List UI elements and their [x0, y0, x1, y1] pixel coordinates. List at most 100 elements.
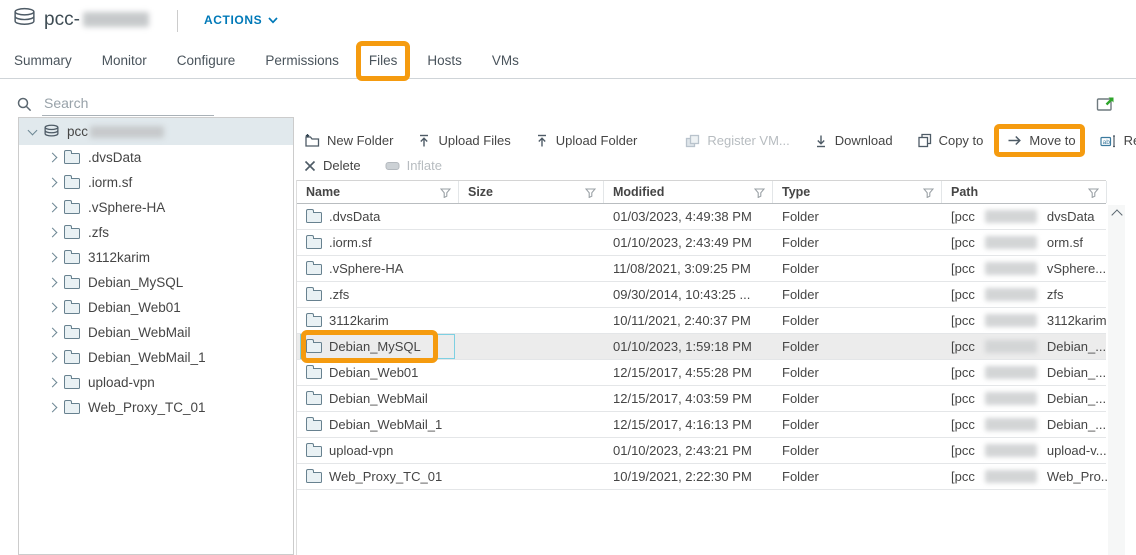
file-modified: 12/15/2017, 4:16:13 PM [604, 412, 773, 437]
folder-icon [64, 228, 80, 239]
tree-item-3112karim[interactable]: 3112karim [19, 245, 293, 270]
chevron-right-icon[interactable] [48, 203, 58, 213]
vertical-scrollbar[interactable] [1108, 205, 1125, 555]
filter-icon[interactable] [923, 188, 934, 198]
file-type: Folder [773, 282, 942, 307]
tree-item-debian-web01[interactable]: Debian_Web01 [19, 295, 293, 320]
tab-vms[interactable]: VMs [492, 53, 519, 69]
filter-icon[interactable] [754, 188, 765, 198]
folder-icon [64, 203, 80, 214]
tree-item-debian-webmail-1[interactable]: Debian_WebMail_1 [19, 345, 293, 370]
folder-icon [306, 472, 322, 483]
chevron-right-icon[interactable] [48, 253, 58, 263]
register-vm-button[interactable]: Register VM... [685, 133, 789, 148]
tab-monitor[interactable]: Monitor [102, 53, 147, 69]
chevron-right-icon[interactable] [48, 278, 58, 288]
chevron-right-icon[interactable] [48, 403, 58, 413]
tab-summary[interactable]: Summary [14, 53, 72, 69]
file-modified: 10/19/2021, 2:22:30 PM [604, 464, 773, 489]
file-modified: 12/15/2017, 4:03:59 PM [604, 386, 773, 411]
chevron-right-icon[interactable] [48, 228, 58, 238]
table-row[interactable]: Web_Proxy_TC_01 10/19/2021, 2:22:30 PM F… [297, 464, 1106, 490]
column-header-modified[interactable]: Modified [604, 181, 773, 203]
actions-menu-button[interactable]: ACTIONS [204, 13, 278, 27]
tree-item-iorm-sf[interactable]: .iorm.sf [19, 170, 293, 195]
table-row[interactable]: .zfs 09/30/2014, 10:43:25 ... Folder [pc… [297, 282, 1106, 308]
table-row-selected[interactable]: Debian_MySQL 01/10/2023, 1:59:18 PM Fold… [297, 334, 1106, 360]
file-toolbar: New Folder Upload Files Upload Folder [304, 129, 1136, 179]
move-to-button[interactable]: Move to [1007, 133, 1075, 148]
file-path: [pccupload-v... [942, 438, 1107, 463]
tree-item-debian-mysql[interactable]: Debian_MySQL [19, 270, 293, 295]
search-input[interactable] [42, 91, 214, 116]
datastore-files-page: pcc- ACTIONS Summary Monitor Configure P… [0, 0, 1136, 555]
redacted-text [985, 340, 1037, 353]
chevron-right-icon[interactable] [48, 153, 58, 163]
table-row[interactable]: .dvsData 01/03/2023, 4:49:38 PM Folder [… [297, 204, 1106, 230]
tree-item-web-proxy-tc-01[interactable]: Web_Proxy_TC_01 [19, 395, 293, 420]
file-name: .dvsData [329, 209, 380, 224]
file-path: [pcczfs [942, 282, 1107, 307]
download-button[interactable]: Download [814, 133, 893, 148]
table-row[interactable]: Debian_Web01 12/15/2017, 4:55:28 PM Fold… [297, 360, 1106, 386]
upload-files-button[interactable]: Upload Files [417, 133, 510, 148]
tab-configure[interactable]: Configure [177, 53, 236, 69]
file-table: Name Size Modified Type [296, 180, 1106, 555]
table-row[interactable]: .iorm.sf 01/10/2023, 2:43:49 PM Folder [… [297, 230, 1106, 256]
column-header-type[interactable]: Type [773, 181, 942, 203]
chevron-right-icon[interactable] [48, 378, 58, 388]
actions-label: ACTIONS [204, 13, 262, 27]
file-name: 3112karim [329, 313, 389, 328]
upload-folder-button[interactable]: Upload Folder [535, 133, 638, 148]
table-row[interactable]: Debian_WebMail_1 12/15/2017, 4:16:13 PM … [297, 412, 1106, 438]
redacted-text [985, 288, 1037, 301]
chevron-right-icon[interactable] [48, 178, 58, 188]
chevron-down-icon[interactable] [28, 125, 38, 135]
chevron-right-icon[interactable] [48, 353, 58, 363]
table-row[interactable]: upload-vpn 01/10/2023, 2:43:21 PM Folder… [297, 438, 1106, 464]
tab-bar: Summary Monitor Configure Permissions Fi… [0, 44, 1136, 79]
table-row[interactable]: .vSphere-HA 11/08/2021, 3:09:25 PM Folde… [297, 256, 1106, 282]
folder-icon [306, 290, 322, 301]
datastore-icon [12, 7, 37, 30]
chevron-right-icon[interactable] [48, 328, 58, 338]
tree-item-upload-vpn[interactable]: upload-vpn [19, 370, 293, 395]
datastore-tree-panel: pcc .dvsData .iorm.sf .vSphere-HA .zfs 3… [18, 117, 294, 555]
table-row[interactable]: Debian_WebMail 12/15/2017, 4:03:59 PM Fo… [297, 386, 1106, 412]
delete-button[interactable]: Delete [304, 158, 361, 173]
tree-item-zfs[interactable]: .zfs [19, 220, 293, 245]
new-folder-button[interactable]: New Folder [304, 133, 393, 148]
chevron-right-icon[interactable] [48, 303, 58, 313]
redacted-text [90, 126, 164, 138]
tree-root-datastore[interactable]: pcc [19, 118, 293, 145]
table-row[interactable]: 3112karim 10/11/2021, 2:40:37 PM Folder … [297, 308, 1106, 334]
tree-item-vsphere-ha[interactable]: .vSphere-HA [19, 195, 293, 220]
inflate-button[interactable]: Inflate [385, 158, 442, 173]
tree-item-dvsdata[interactable]: .dvsData [19, 145, 293, 170]
column-header-path[interactable]: Path [942, 181, 1107, 203]
tab-hosts[interactable]: Hosts [427, 53, 462, 69]
redacted-text [985, 470, 1037, 483]
scroll-up-icon[interactable] [1111, 209, 1122, 220]
copy-to-button[interactable]: Copy to [917, 133, 984, 148]
file-size [459, 386, 604, 411]
file-name: .zfs [329, 287, 349, 302]
file-path: [pccDebian_... [942, 360, 1107, 385]
rename-to-button[interactable]: ab Rename to [1100, 133, 1136, 148]
file-modified: 01/10/2023, 2:43:49 PM [604, 230, 773, 255]
tab-permissions[interactable]: Permissions [265, 53, 339, 69]
redacted-text [985, 392, 1037, 405]
filter-icon[interactable] [440, 188, 451, 198]
file-size [459, 464, 604, 489]
redacted-text [985, 366, 1037, 379]
tree-item-debian-webmail[interactable]: Debian_WebMail [19, 320, 293, 345]
open-in-new-window-icon[interactable] [1096, 95, 1117, 114]
column-header-size[interactable]: Size [459, 181, 604, 203]
tab-files[interactable]: Files [369, 53, 398, 69]
folder-icon [306, 212, 322, 223]
column-header-name[interactable]: Name [297, 181, 459, 203]
delete-icon [304, 160, 316, 172]
filter-icon[interactable] [1088, 188, 1099, 198]
filter-icon[interactable] [585, 188, 596, 198]
file-modified: 10/11/2021, 2:40:37 PM [604, 308, 773, 333]
